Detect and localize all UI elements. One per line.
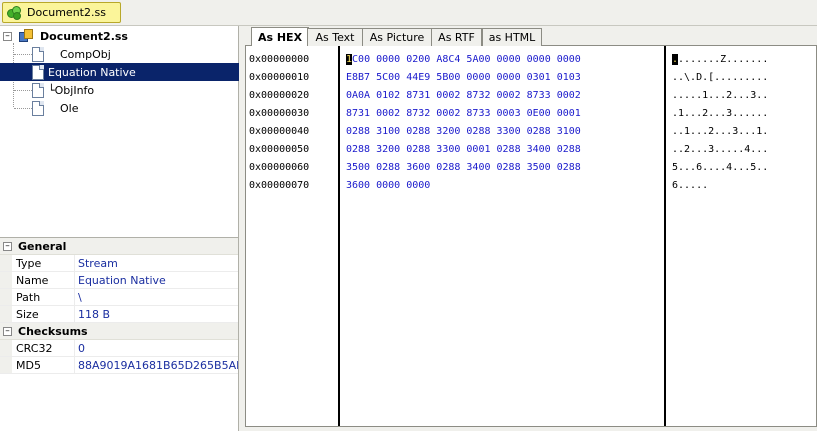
stream-file-icon bbox=[32, 82, 44, 98]
tab-as-rtf[interactable]: As RTF bbox=[431, 28, 482, 46]
tree-item-objinfo[interactable]: └ObjInfo bbox=[32, 81, 239, 99]
address-label: 0x00000000 bbox=[249, 54, 310, 65]
address-label: 0x00000050 bbox=[249, 144, 310, 155]
hex-bytes-column[interactable]: 1C00 0000 0200 A8C4 5A00 0000 0000 0000 … bbox=[338, 46, 664, 426]
tab-label: As HEX bbox=[257, 30, 303, 44]
address-label: 0x00000070 bbox=[249, 180, 310, 191]
section-general[interactable]: – General bbox=[0, 238, 238, 255]
hex-text: C00 0000 0200 A8C4 5A00 0000 0000 0000 bbox=[352, 54, 581, 65]
collapse-icon[interactable]: – bbox=[3, 326, 12, 336]
hex-line[interactable]: 0288 3200 0288 3300 0001 0288 3400 0288 bbox=[346, 141, 581, 159]
ascii-line[interactable]: .1...2...3...... bbox=[672, 105, 768, 123]
address-column: 0x00000000 0x00000010 0x00000020 0x00000… bbox=[246, 46, 336, 426]
tree-item-label: Equation Native bbox=[48, 65, 136, 79]
property-value: 0 bbox=[78, 341, 85, 355]
hex-line[interactable]: 8731 0002 8732 0002 8733 0003 0E00 0001 bbox=[346, 105, 581, 123]
property-value: Stream bbox=[78, 256, 118, 270]
property-value: \ bbox=[78, 290, 82, 304]
stream-file-icon bbox=[32, 46, 44, 62]
ascii-line[interactable]: 6..... bbox=[672, 177, 708, 195]
hex-viewer[interactable]: 0x00000000 0x00000010 0x00000020 0x00000… bbox=[245, 46, 817, 427]
address-label: 0x00000030 bbox=[249, 108, 310, 119]
section-title: General bbox=[18, 239, 67, 253]
tree-item-compobj[interactable]: CompObj bbox=[32, 45, 239, 63]
hex-line[interactable]: 0288 3100 0288 3200 0288 3300 0288 3100 bbox=[346, 123, 581, 141]
collapse-icon[interactable]: – bbox=[3, 31, 12, 41]
tree-item-label: Ole bbox=[60, 101, 79, 115]
ascii-text: .......Z....... bbox=[678, 54, 769, 65]
address-label: 0x00000040 bbox=[249, 126, 310, 137]
property-row-md5[interactable]: MD5 88A9019A1681B65D265B5AF... bbox=[0, 357, 238, 374]
address-label: 0x00000060 bbox=[249, 162, 310, 173]
tree-item-ole[interactable]: Ole bbox=[32, 99, 239, 117]
tab-label: As Text bbox=[315, 31, 355, 44]
property-row-path[interactable]: Path \ bbox=[0, 289, 238, 306]
ascii-line[interactable]: ..2...3.....4... bbox=[672, 141, 768, 159]
address-label: 0x00000010 bbox=[249, 72, 310, 83]
stream-file-icon bbox=[32, 100, 44, 116]
storage-tree: – Document2.ss CompObj Equation Native └… bbox=[0, 26, 239, 237]
property-value: 88A9019A1681B65D265B5AF... bbox=[78, 358, 238, 372]
ascii-line[interactable]: ..1...2...3...1. bbox=[672, 123, 768, 141]
address-label: 0x00000020 bbox=[249, 90, 310, 101]
tab-as-text[interactable]: As Text bbox=[307, 28, 363, 46]
property-key: Size bbox=[12, 306, 75, 322]
view-tab-bar: As HEX As Text As Picture As RTF as HTML bbox=[245, 27, 817, 46]
ascii-line[interactable]: ..\.D.[......... bbox=[672, 69, 768, 87]
tree-item-label: └ObjInfo bbox=[48, 83, 95, 97]
document-tab-label: Document2.ss bbox=[27, 6, 106, 19]
property-key: MD5 bbox=[12, 357, 75, 373]
tab-label: As Picture bbox=[369, 31, 425, 44]
tree-guide-line bbox=[14, 90, 32, 91]
tab-as-hex[interactable]: As HEX bbox=[251, 27, 309, 46]
hex-line[interactable]: 0A0A 0102 8731 0002 8732 0002 8733 0002 bbox=[346, 87, 581, 105]
tab-label: as HTML bbox=[488, 31, 536, 44]
hex-line[interactable]: 3600 0000 0000 bbox=[346, 177, 430, 195]
collapse-icon[interactable]: – bbox=[3, 241, 12, 251]
ascii-column[interactable]: ........Z....... ..\.D.[......... .....1… bbox=[664, 46, 817, 426]
property-key: Name bbox=[12, 272, 75, 288]
section-title: Checksums bbox=[18, 324, 88, 338]
property-grid: – General Type Stream Name Equation Nati… bbox=[0, 237, 239, 431]
property-value: 118 B bbox=[78, 307, 111, 321]
storage-root-icon bbox=[18, 28, 34, 44]
stream-file-icon bbox=[32, 64, 44, 80]
hex-line[interactable]: 3500 0288 3600 0288 3400 0288 3500 0288 bbox=[346, 159, 581, 177]
hex-line[interactable]: E8B7 5C00 44E9 5B00 0000 0000 0301 0103 bbox=[346, 69, 581, 87]
property-row-type[interactable]: Type Stream bbox=[0, 255, 238, 272]
property-row-size[interactable]: Size 118 B bbox=[0, 306, 238, 323]
property-key: Path bbox=[12, 289, 75, 305]
tree-item-label: CompObj bbox=[60, 47, 111, 61]
tree-guide-line bbox=[14, 108, 32, 109]
document-group-icon bbox=[7, 5, 22, 20]
ascii-line[interactable]: .....1...2...3.. bbox=[672, 87, 768, 105]
section-checksums[interactable]: – Checksums bbox=[0, 323, 238, 340]
tree-root-label: Document2.ss bbox=[40, 29, 128, 43]
property-row-name[interactable]: Name Equation Native bbox=[0, 272, 238, 289]
property-key: CRC32 bbox=[12, 340, 75, 356]
ascii-line[interactable]: 5...6....4...5.. bbox=[672, 159, 768, 177]
ascii-line[interactable]: ........Z....... bbox=[672, 51, 768, 69]
tree-root-item[interactable]: – Document2.ss bbox=[3, 27, 239, 45]
tab-as-picture[interactable]: As Picture bbox=[362, 28, 432, 46]
document-tab[interactable]: Document2.ss bbox=[2, 2, 121, 23]
document-tab-strip: Document2.ss bbox=[0, 0, 817, 26]
tree-guide-line bbox=[14, 54, 32, 55]
property-row-crc32[interactable]: CRC32 0 bbox=[0, 340, 238, 357]
tab-as-html[interactable]: as HTML bbox=[482, 28, 542, 46]
tab-label: As RTF bbox=[438, 31, 475, 44]
tree-item-equation-native[interactable]: Equation Native bbox=[0, 63, 239, 81]
hex-line[interactable]: 1C00 0000 0200 A8C4 5A00 0000 0000 0000 bbox=[346, 51, 581, 69]
property-key: Type bbox=[12, 255, 75, 271]
property-value: Equation Native bbox=[78, 273, 166, 287]
